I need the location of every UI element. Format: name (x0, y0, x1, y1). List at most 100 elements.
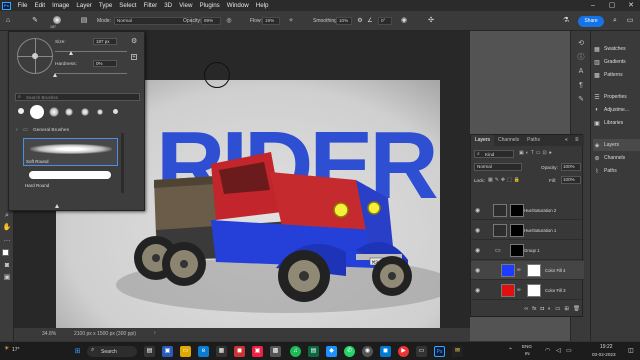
menu-image[interactable]: Image (49, 2, 73, 9)
mode-select[interactable]: Normal (114, 17, 192, 25)
menu-select[interactable]: Select (116, 2, 140, 9)
home-icon[interactable]: ⌂ (3, 16, 13, 26)
layer-opacity-field[interactable]: 100% (561, 163, 581, 171)
layer-row[interactable]: ◉ Hue/Saturation 1 (471, 221, 584, 240)
soft-round-brush[interactable]: Soft Round (23, 138, 118, 166)
libraries-panel-tab[interactable]: ▣ Libraries (593, 117, 640, 129)
zoom-level[interactable]: 34.8% (42, 331, 56, 337)
new-layer-icon[interactable]: ⊞ (564, 306, 569, 312)
brush-settings-icon[interactable]: ▤ (79, 16, 89, 26)
spotify-icon[interactable]: ♫ (290, 346, 301, 357)
layer-row[interactable]: ◉ Hue/Saturation 2 (471, 201, 584, 220)
chevron-right-icon[interactable]: › (154, 330, 156, 336)
angle-field[interactable]: 0° (378, 17, 392, 25)
brush-tip-icon[interactable] (49, 107, 59, 117)
app-icon[interactable]: ◼ (234, 346, 245, 357)
blend-mode-select[interactable]: Normal (474, 163, 522, 171)
channels-panel-tab[interactable]: ⊛ Channels (593, 152, 640, 164)
store-icon[interactable]: ▦ (216, 346, 227, 357)
layer-row[interactable]: ◉ ∞ Color Fill 4 (471, 261, 584, 280)
teams-icon[interactable]: ▣ (162, 346, 173, 357)
brush-settings-icon[interactable]: ✎ (576, 95, 586, 105)
hard-round-brush[interactable]: Hard Round (23, 168, 118, 190)
swatches-panel-tab[interactable]: ▦ Swatches (593, 43, 640, 55)
more-tools-icon[interactable]: … (2, 235, 12, 245)
flow-field[interactable]: 19% (262, 17, 280, 25)
menu-filter[interactable]: Filter (140, 2, 161, 9)
hardness-field[interactable]: 0% (93, 60, 117, 67)
airbrush-icon[interactable]: ✧ (286, 16, 296, 26)
character-icon[interactable]: A (576, 67, 586, 77)
size-slider-knob[interactable] (69, 51, 73, 55)
volume-icon[interactable]: ◁ (556, 347, 561, 354)
app-icon[interactable]: ✉ (452, 346, 463, 357)
delete-layer-icon[interactable]: 🗑 (573, 306, 580, 312)
add-mask-icon[interactable]: ◘ (541, 306, 544, 312)
visibility-eye-icon[interactable]: ◉ (475, 247, 480, 254)
opacity-field[interactable]: 89% (201, 17, 221, 25)
lock-icons[interactable]: ▦✎✥⬚🔒 (488, 177, 522, 183)
visibility-eye-icon[interactable]: ◉ (475, 227, 480, 234)
menu-type[interactable]: Type (95, 2, 115, 9)
app-icon[interactable]: ◆ (326, 346, 337, 357)
collapse-icon[interactable]: « (565, 135, 568, 146)
brush-tip-icon[interactable] (18, 108, 24, 114)
layer-mask-thumbnail[interactable] (510, 224, 524, 237)
foreground-color-swatch[interactable] (2, 249, 9, 256)
layer-filter-select[interactable]: ⌕ Kind (474, 150, 514, 158)
chevron-up-icon[interactable]: ⌃ (508, 347, 513, 354)
layer-mask-thumbnail[interactable] (510, 204, 524, 217)
hand-tool-icon[interactable]: ✋ (2, 223, 12, 233)
fx-icon[interactable]: fx (532, 306, 536, 312)
brush-angle-dial[interactable] (17, 38, 53, 74)
menu-view[interactable]: View (176, 2, 196, 9)
layers-panel-tab[interactable]: ◈ Layers (593, 139, 640, 151)
hardness-slider-knob[interactable] (53, 73, 57, 77)
info-icon[interactable]: ⓘ (576, 53, 586, 63)
paragraph-icon[interactable]: ¶ (576, 81, 586, 91)
layer-row[interactable]: ◉ ▭ Group 1 (471, 241, 584, 260)
windows-start-icon[interactable]: ⊞ (72, 346, 83, 357)
share-button[interactable]: Share (578, 16, 604, 27)
menu-help[interactable]: Help (252, 2, 272, 9)
scrollbar[interactable] (121, 133, 124, 193)
workspace-icon[interactable]: ▭ (625, 16, 635, 26)
brush-tool-icon[interactable]: ✎ (30, 16, 40, 26)
menu-window[interactable]: Window (223, 2, 252, 9)
link-layers-icon[interactable]: ∞ (524, 306, 528, 312)
visibility-eye-icon[interactable]: ◉ (475, 287, 480, 294)
task-view-icon[interactable]: ▤ (144, 346, 155, 357)
brush-tip-icon[interactable] (81, 108, 89, 116)
tab-channels[interactable]: Channels (494, 135, 523, 146)
brush-tip-icon[interactable] (97, 109, 103, 115)
paths-panel-tab[interactable]: ⌇ Paths (593, 165, 640, 177)
clock-time[interactable]: 19:22 (600, 344, 613, 350)
add-preset-icon[interactable]: + (131, 54, 137, 60)
picker-settings-icon[interactable]: ⚙ (131, 37, 137, 45)
photoshop-taskbar-icon[interactable]: Ps (434, 346, 445, 357)
new-group-icon[interactable]: ▭ (555, 306, 560, 312)
brush-search-field[interactable]: ⌕ Search Brushes (15, 93, 140, 101)
smoothing-field[interactable]: 10% (336, 17, 352, 25)
battery-icon[interactable]: ▭ (566, 347, 572, 354)
brush-tip-icon[interactable] (30, 105, 44, 119)
gradients-panel-tab[interactable]: ▥ Gradients (593, 56, 640, 68)
edge-icon[interactable]: e (198, 346, 209, 357)
app-icon[interactable]: ▤ (308, 346, 319, 357)
group-mask-thumbnail[interactable] (510, 244, 524, 257)
visibility-eye-icon[interactable]: ◉ (475, 267, 480, 274)
fill-field[interactable]: 100% (561, 176, 581, 184)
weather-icon[interactable]: ☀ (4, 345, 9, 352)
menu-plugins[interactable]: Plugins (196, 2, 223, 9)
layer-mask-thumbnail[interactable] (527, 264, 541, 277)
menu-3d[interactable]: 3D (161, 2, 176, 9)
app-icon[interactable]: ▩ (270, 346, 281, 357)
beaker-icon[interactable]: ⚗ (561, 16, 571, 26)
size-slider[interactable] (55, 51, 127, 52)
search-icon[interactable]: ⌕ (610, 16, 620, 26)
properties-panel-tab[interactable]: ☰ Properties (593, 91, 640, 103)
panel-menu-icon[interactable]: ≡ (575, 135, 579, 146)
quick-mask-icon[interactable]: ◙ (2, 261, 12, 271)
layer-mask-thumbnail[interactable] (527, 284, 541, 297)
app-icon[interactable]: ◉ (362, 346, 373, 357)
